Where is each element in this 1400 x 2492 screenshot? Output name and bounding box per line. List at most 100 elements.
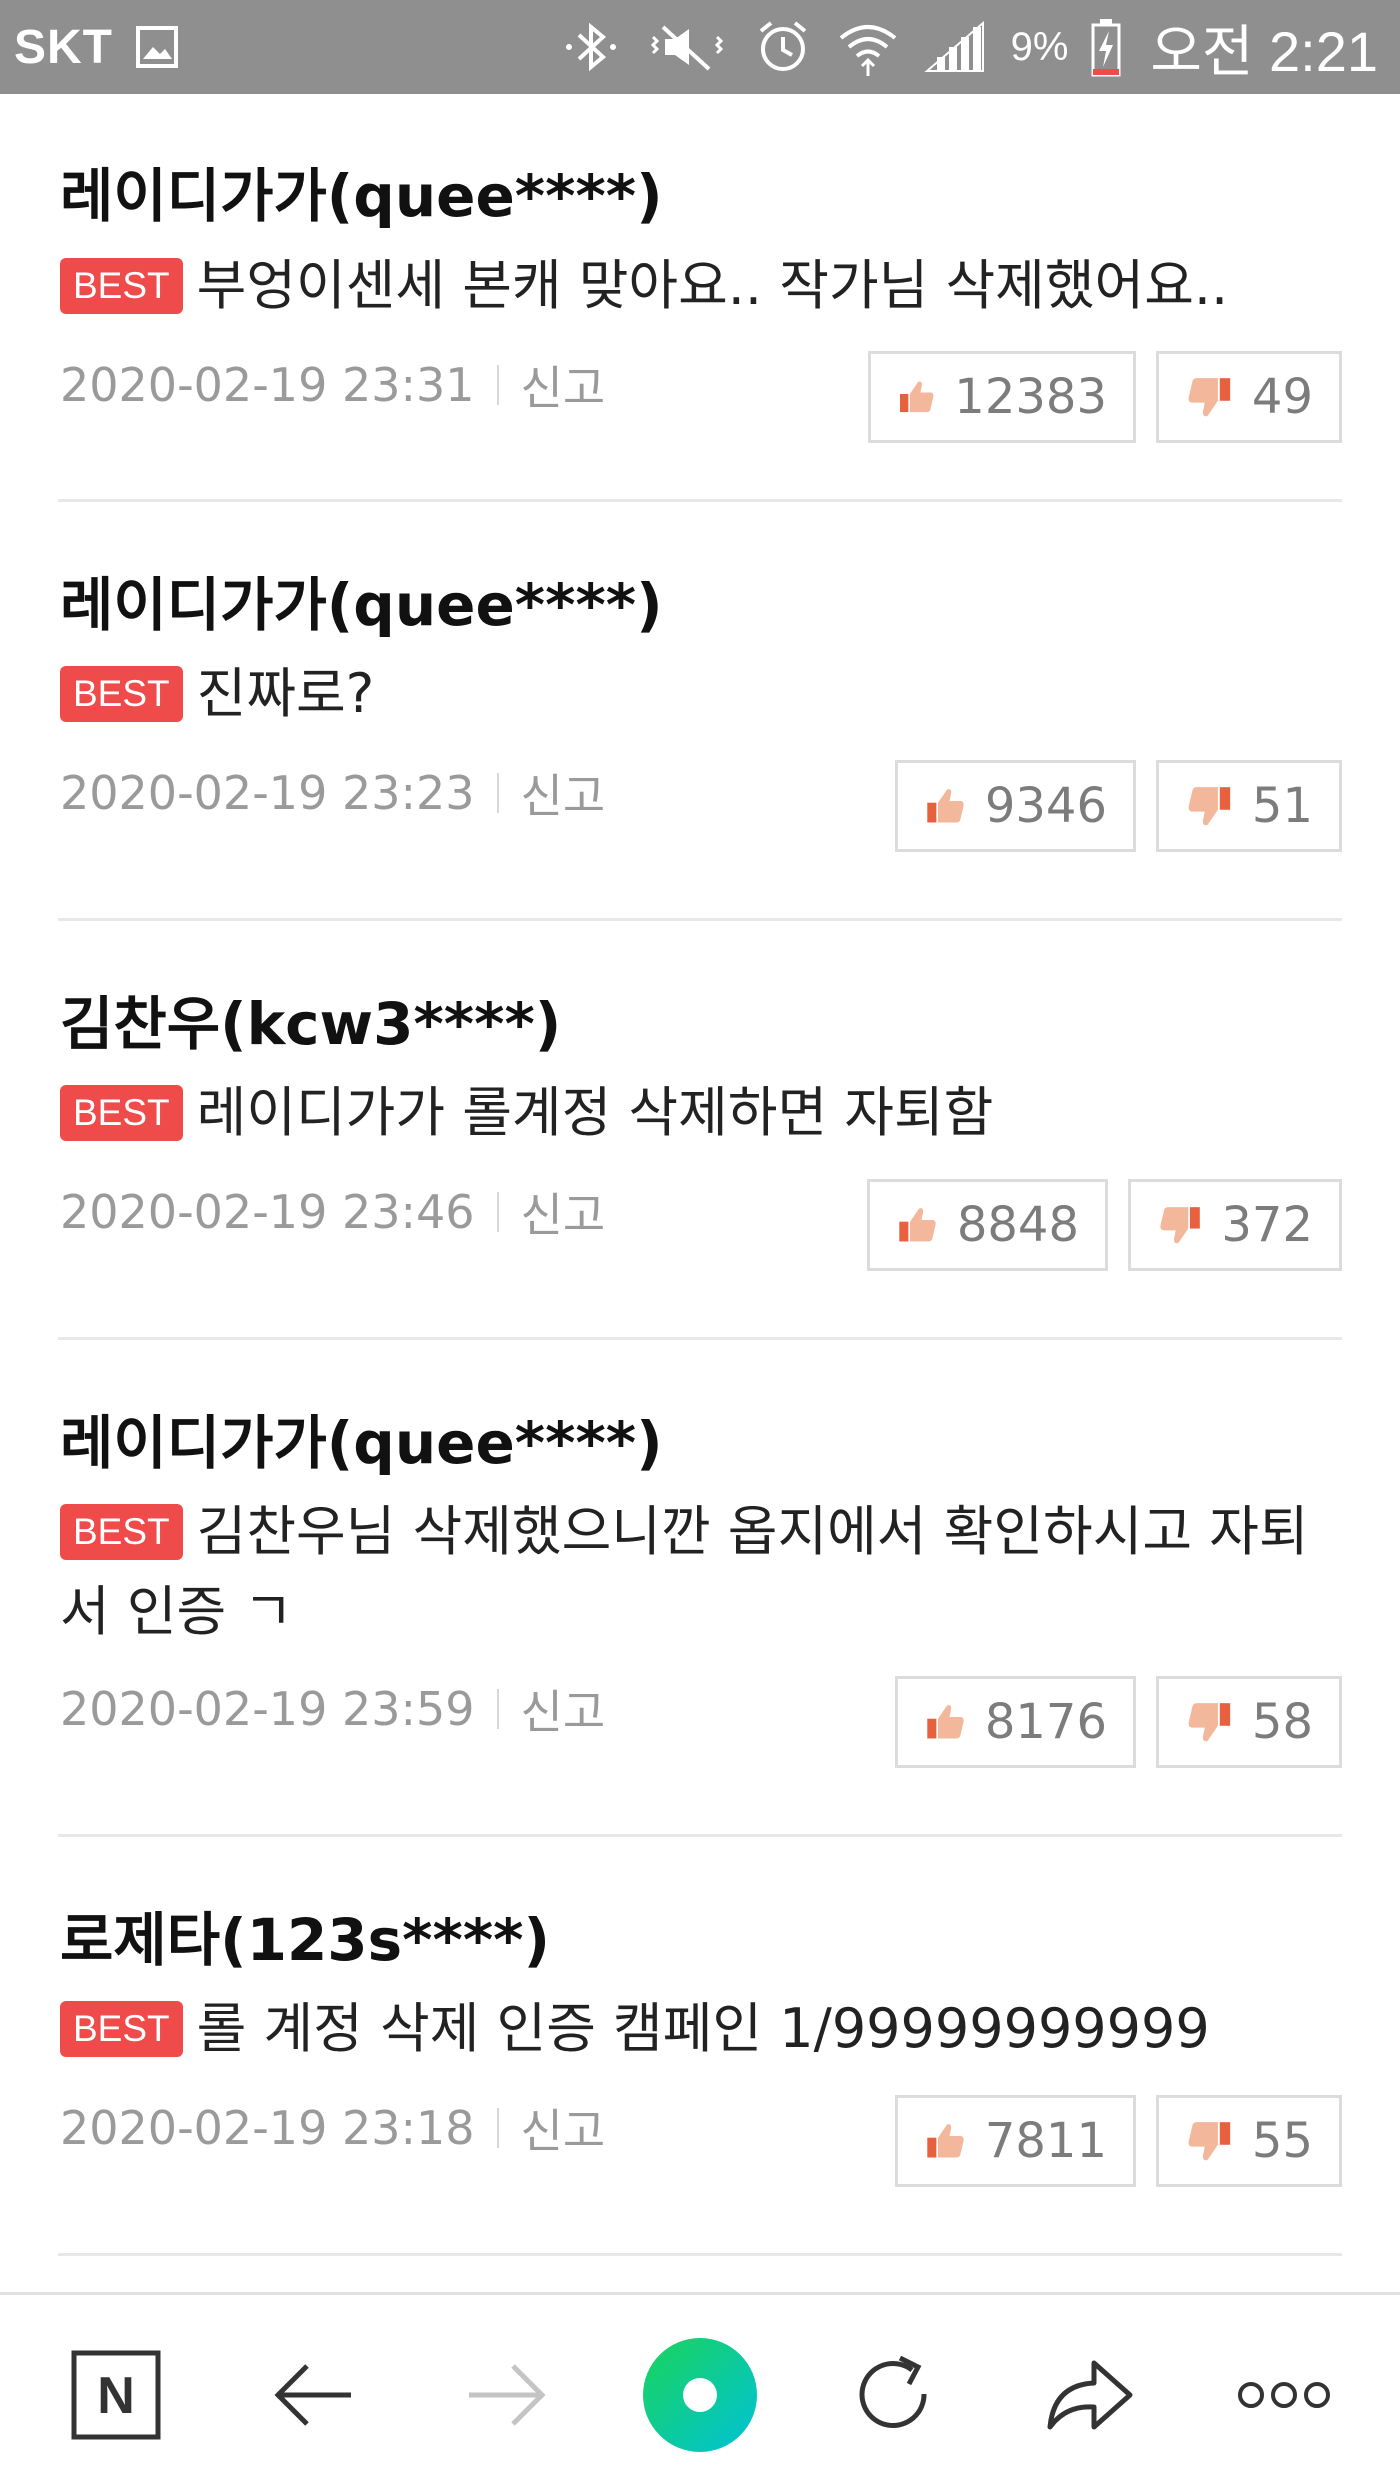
comment-body: BEST 진짜로? [60,654,1342,734]
wifi-icon [839,25,896,76]
vote-buttons: 12383 49 [868,351,1342,443]
report-link[interactable]: 신고 [521,1179,606,1245]
best-badge: BEST [60,1504,183,1560]
like-count: 7811 [984,2113,1107,2169]
dislike-button[interactable]: 372 [1128,1179,1342,1271]
home-letter: N [97,2367,135,2425]
more-icon[interactable] [1224,2335,1344,2455]
comment-text: 진짜로? [196,662,375,725]
alarm-icon [759,21,806,71]
dislike-button[interactable]: 49 [1156,351,1342,443]
back-arrow-icon[interactable] [254,2335,374,2455]
comment-date: 2020-02-19 23:46 [60,1185,475,1239]
report-link[interactable]: 신고 [521,760,606,826]
comment-text: 레이디가가 롤계정 삭제하면 자퇴함 [196,1081,994,1144]
report-link[interactable]: 신고 [521,352,606,418]
comment-item: 김찬우(kcw3****) BEST 레이디가가 롤계정 삭제하면 자퇴함 202… [58,921,1342,1340]
thumbs-up-icon [927,2124,964,2158]
comment-meta: 2020-02-19 23:31 신고 [60,352,605,418]
bluetooth-icon [565,22,616,72]
best-badge: BEST [60,666,183,722]
forward-arrow-icon[interactable] [446,2335,566,2455]
meta-divider [496,2108,499,2148]
dislike-count: 58 [1251,1694,1313,1750]
thumbs-up-icon [899,1208,936,1242]
like-count: 9346 [984,778,1107,834]
report-link[interactable]: 신고 [521,1676,606,1742]
thumbs-down-icon [1188,2122,1231,2161]
comment-list: 레이디가가(quee****) BEST 부엉이센세 본캐 맞아요.. 작가님 삭… [0,94,1400,2256]
comment-meta: 2020-02-19 23:59 신고 [60,1676,605,1742]
like-button[interactable]: 8176 [895,1676,1136,1768]
vote-buttons: 7811 55 [895,2095,1342,2187]
dislike-count: 51 [1251,778,1313,834]
comment-text: 부엉이센세 본캐 맞아요.. 작가님 삭제했어요.. [196,254,1229,317]
best-badge: BEST [60,258,183,314]
like-button[interactable]: 8848 [867,1179,1108,1271]
comment-author[interactable]: 로제타(123s****) [60,1893,550,1977]
comment-text: 롤 계정 삭제 인증 캠페인 1/99999999999 [196,1997,1210,2060]
vote-buttons: 8848 372 [867,1179,1342,1271]
like-count: 12383 [954,369,1107,425]
comment-date: 2020-02-19 23:18 [60,2101,475,2155]
thumbs-down-icon [1188,787,1231,826]
comment-text: 김찬우님 삭제했으니깐 옵지에서 확인하시고 자퇴서 인증 ㄱ [60,1500,1309,1643]
status-bar: SKT 9% 오전 2:21 [0,0,1400,94]
report-link[interactable]: 신고 [521,2095,606,2161]
meta-divider [496,1689,499,1729]
comment-author[interactable]: 레이디가가(quee****) [60,149,663,233]
signal-icon [923,20,984,72]
home-glyph: N [71,2350,161,2440]
dislike-button[interactable]: 58 [1156,1676,1342,1768]
comment-author[interactable]: 김찬우(kcw3****) [60,977,561,1061]
thumbs-down-icon [1188,378,1231,417]
dislike-button[interactable]: 51 [1156,760,1342,852]
comment-body: BEST 롤 계정 삭제 인증 캠페인 1/99999999999 [60,1989,1342,2069]
battery-charging-icon [1091,19,1121,77]
like-button[interactable]: 9346 [895,760,1136,852]
share-icon[interactable] [1030,2335,1150,2455]
comment-item: 로제타(123s****) BEST 롤 계정 삭제 인증 캠페인 1/99999… [58,1837,1342,2256]
comment-author[interactable]: 레이디가가(quee****) [60,1396,663,1480]
dislike-button[interactable]: 55 [1156,2095,1342,2187]
dislike-count: 372 [1221,1197,1313,1253]
bottom-nav-bar: N [0,2292,1400,2492]
comment-item: 레이디가가(quee****) BEST 진짜로? 2020-02-19 23:2… [58,502,1342,921]
battery-percent: 9% [1010,24,1069,69]
like-button[interactable]: 7811 [895,2095,1136,2187]
thumbs-up-icon [927,789,964,823]
like-button[interactable]: 12383 [868,351,1136,443]
meta-divider [496,773,499,813]
like-count: 8176 [984,1694,1107,1750]
comment-date: 2020-02-19 23:31 [60,358,475,412]
comment-author[interactable]: 레이디가가(quee****) [60,558,663,642]
thumbs-up-icon [900,381,934,413]
dislike-count: 55 [1251,2113,1313,2169]
meta-divider [496,1192,499,1232]
comment-body: BEST 부엉이센세 본캐 맞아요.. 작가님 삭제했어요.. [60,246,1342,326]
thumbs-up-icon [927,1705,964,1739]
comment-item: 레이디가가(quee****) BEST 부엉이센세 본캐 맞아요.. 작가님 삭… [58,94,1342,502]
comment-body: BEST 김찬우님 삭제했으니깐 옵지에서 확인하시고 자퇴서 인증 ㄱ [60,1492,1322,1652]
green-dot-icon[interactable] [640,2335,760,2455]
thumbs-down-icon [1188,1703,1231,1742]
like-count: 8848 [956,1197,1079,1253]
refresh-icon[interactable] [835,2335,955,2455]
comment-date: 2020-02-19 23:23 [60,766,475,820]
comment-date: 2020-02-19 23:59 [60,1682,475,1736]
gallery-icon [136,26,178,68]
comment-body: BEST 레이디가가 롤계정 삭제하면 자퇴함 [60,1073,1342,1153]
dislike-count: 49 [1251,369,1313,425]
thumbs-down-icon [1160,1207,1200,1244]
naver-home-icon[interactable]: N [56,2335,176,2455]
comment-meta: 2020-02-19 23:18 신고 [60,2095,605,2161]
comment-item: 레이디가가(quee****) BEST 김찬우님 삭제했으니깐 옵지에서 확인하… [58,1340,1342,1837]
carrier-label: SKT [14,20,113,74]
vote-buttons: 8176 58 [895,1676,1342,1768]
vote-buttons: 9346 51 [895,760,1342,852]
best-badge: BEST [60,2001,183,2057]
best-badge: BEST [60,1085,183,1141]
clock: 오전 2:21 [1150,19,1378,83]
meta-divider [496,365,499,405]
vibrate-mute-icon [650,25,723,71]
